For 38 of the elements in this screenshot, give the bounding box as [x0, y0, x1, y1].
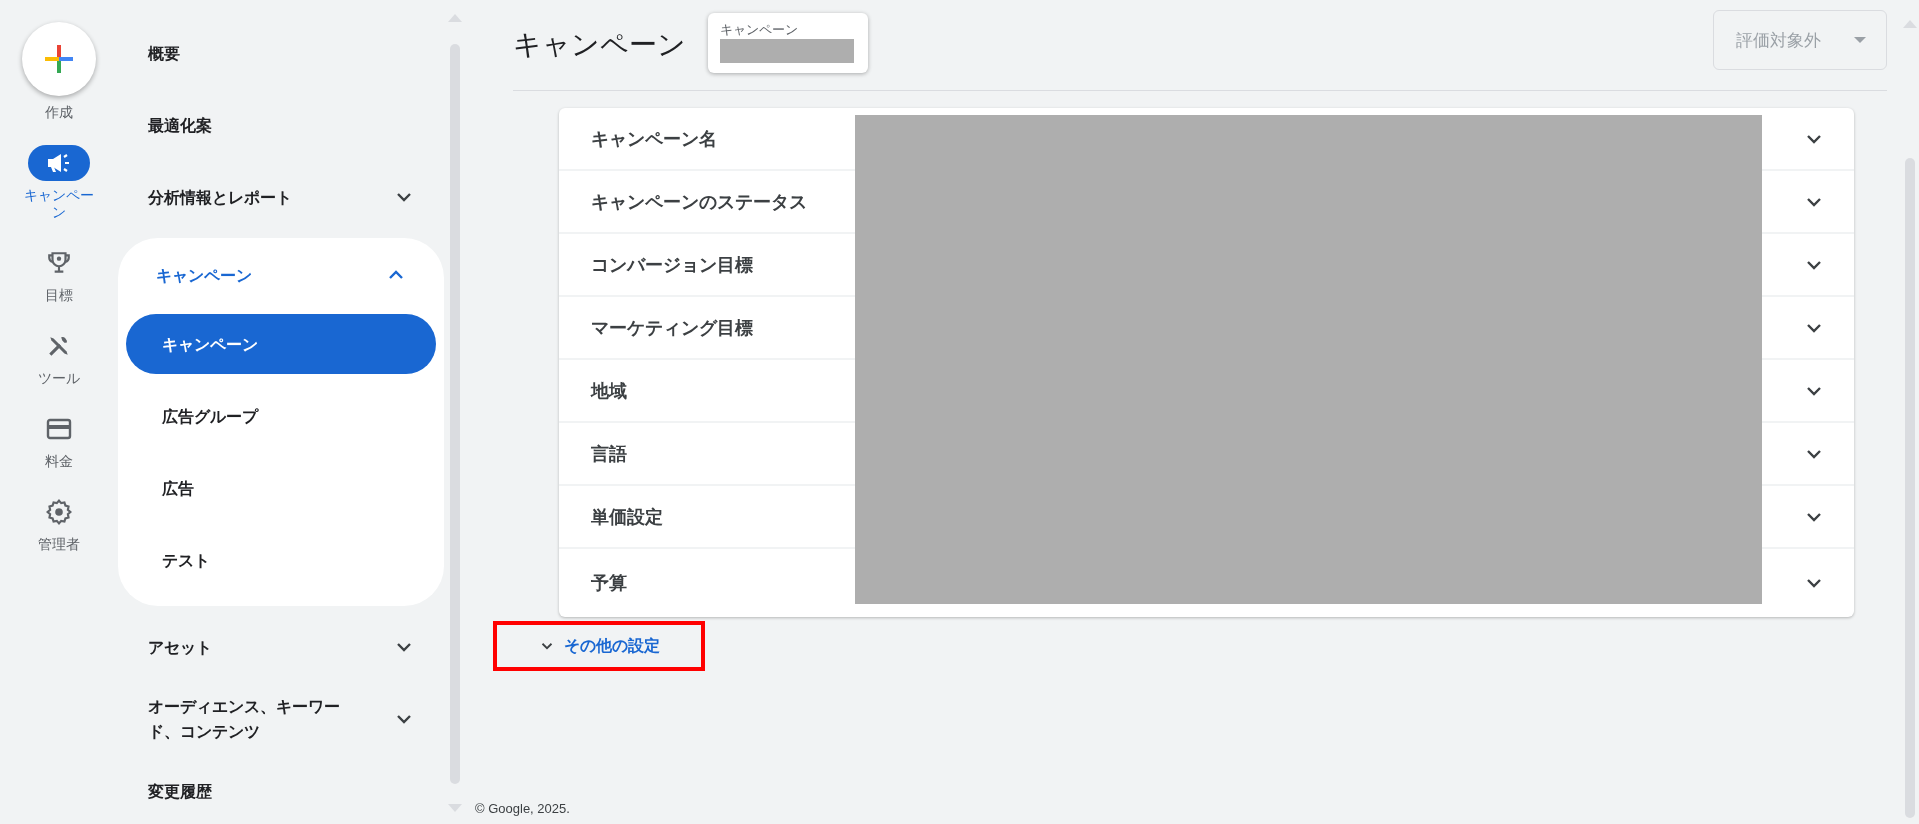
nav-label[interactable]: 作成: [23, 104, 95, 121]
sidebar-item[interactable]: 最適化案: [118, 94, 444, 156]
nav-button[interactable]: [28, 145, 90, 181]
nav-label[interactable]: 料金: [23, 453, 95, 470]
setting-label[interactable]: 言語: [591, 441, 627, 466]
sidebar-item[interactable]: キャンペーン: [126, 314, 436, 374]
setting-label[interactable]: キャンペーンのステータス: [591, 189, 807, 214]
plus-icon: [43, 43, 75, 75]
sidebar-item[interactable]: 広告: [126, 458, 436, 518]
nav-label[interactable]: 管理者: [23, 536, 95, 553]
sidebar-item[interactable]: オーディエンス、キーワード、コンテンツ: [118, 688, 444, 750]
create-button[interactable]: [22, 22, 96, 96]
card-icon: [46, 418, 72, 440]
setting-label[interactable]: 地域: [591, 378, 627, 403]
copyright-text: © Google, 2025.: [475, 801, 571, 816]
setting-label[interactable]: コンバージョン目標: [591, 252, 753, 277]
trophy-icon: [46, 250, 72, 276]
campaign-chip[interactable]: キャンペーン: [708, 13, 868, 73]
setting-label[interactable]: マーケティング目標: [591, 315, 753, 340]
sidebar-item[interactable]: テスト: [126, 530, 436, 590]
more-settings-link[interactable]: その他の設定: [538, 635, 660, 657]
sidebar-item[interactable]: 概要: [118, 22, 444, 84]
sidebar-item[interactable]: 分析情報とレポート: [118, 166, 444, 228]
megaphone-icon: [46, 152, 72, 174]
sidebar-item[interactable]: アセット: [118, 616, 444, 678]
sidebar-item[interactable]: 変更履歴: [118, 760, 444, 822]
setting-label[interactable]: キャンペーン名: [591, 126, 717, 151]
nav-label[interactable]: ツール: [23, 370, 95, 387]
chip-label: キャンペーン: [720, 21, 799, 39]
dropdown-arrow-icon: [1854, 37, 1866, 43]
page-title: キャンペーン: [513, 28, 686, 62]
nav-label[interactable]: 目標: [23, 287, 95, 304]
gear-icon: [46, 499, 72, 525]
setting-label[interactable]: 単価設定: [591, 504, 663, 529]
nav-label[interactable]: キャンペーン: [23, 187, 95, 221]
sidebar-item[interactable]: キャンペーン: [126, 244, 436, 306]
setting-label[interactable]: 予算: [591, 571, 627, 595]
sidebar-item[interactable]: 広告グループ: [126, 386, 436, 446]
